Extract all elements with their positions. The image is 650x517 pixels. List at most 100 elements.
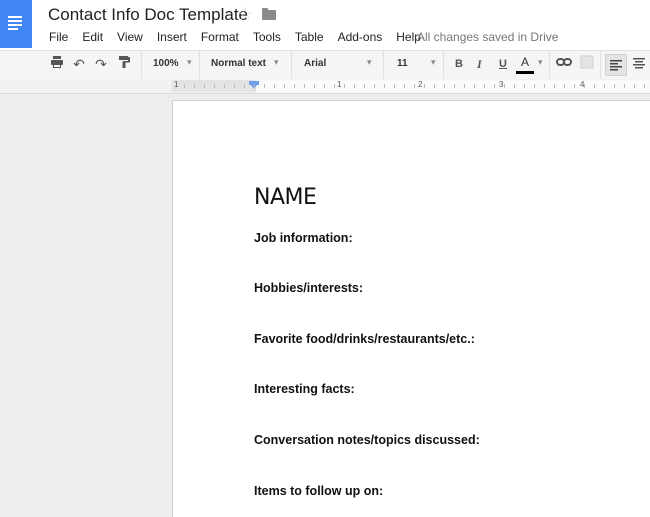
align-center-icon xyxy=(633,58,645,69)
ruler-tick xyxy=(214,84,215,88)
redo-icon[interactable]: ↷ xyxy=(92,55,110,73)
ruler-tick xyxy=(394,84,395,88)
doc-heading[interactable]: NAME xyxy=(254,185,317,210)
doc-field-job[interactable]: Job information: xyxy=(254,231,353,245)
toolbar-divider xyxy=(383,51,384,79)
ruler-tick xyxy=(474,84,475,88)
print-icon[interactable] xyxy=(48,55,66,73)
ruler-tick xyxy=(304,84,305,88)
toolbar: ↶ ↷ 100% ▾ Normal text ▾ Arial ▾ 11 ▾ B … xyxy=(0,51,650,80)
ruler-tick xyxy=(594,84,595,88)
docs-home-button[interactable] xyxy=(0,0,32,48)
ruler-tick xyxy=(504,84,505,88)
text-color-icon: A xyxy=(521,55,530,69)
ruler-tick xyxy=(444,84,445,88)
doc-field-hobbies[interactable]: Hobbies/interests: xyxy=(254,281,363,295)
toolbar-divider xyxy=(600,51,601,79)
chevron-down-icon: ▾ xyxy=(367,57,372,67)
ruler-tick xyxy=(284,84,285,88)
underline-button[interactable]: U xyxy=(499,58,507,70)
ruler[interactable]: 1 1 2 3 4 xyxy=(0,79,650,94)
toolbar-divider xyxy=(291,51,292,79)
zoom-value: 100% xyxy=(153,58,179,69)
app-header: Contact Info Doc Template ☆ File Edit Vi… xyxy=(0,0,650,51)
save-status[interactable]: All changes saved in Drive xyxy=(417,30,558,44)
ruler-tick xyxy=(354,84,355,88)
ruler-tick xyxy=(244,84,245,88)
menu-bar: File Edit View Insert Format Tools Table… xyxy=(49,30,435,46)
ruler-tick xyxy=(374,84,375,88)
ruler-tick xyxy=(204,84,205,88)
ruler-tick xyxy=(434,84,435,88)
doc-field-food[interactable]: Favorite food/drinks/restaurants/etc.: xyxy=(254,332,475,346)
menu-add-ons[interactable]: Add-ons xyxy=(338,30,383,46)
menu-file[interactable]: File xyxy=(49,30,68,46)
ruler-tick xyxy=(544,84,545,88)
ruler-tick xyxy=(604,84,605,88)
ruler-tick xyxy=(384,84,385,88)
ruler-tick xyxy=(554,84,555,88)
menu-edit[interactable]: Edit xyxy=(82,30,103,46)
toolbar-divider xyxy=(199,51,200,79)
toolbar-divider xyxy=(141,51,142,79)
ruler-tick xyxy=(324,84,325,88)
ruler-tick xyxy=(524,84,525,88)
toolbar-divider xyxy=(549,51,550,79)
ruler-label: 1 xyxy=(174,80,179,89)
ruler-tick xyxy=(464,84,465,88)
link-icon[interactable] xyxy=(555,55,573,73)
ruler-tick xyxy=(644,84,645,88)
ruler-tick xyxy=(634,84,635,88)
menu-view[interactable]: View xyxy=(117,30,143,46)
doc-field-follow-up[interactable]: Items to follow up on: xyxy=(254,484,383,498)
menu-table[interactable]: Table xyxy=(295,30,324,46)
toolbar-divider xyxy=(443,51,444,79)
ruler-label: 2 xyxy=(418,80,423,89)
ruler-tick xyxy=(254,84,255,88)
menu-tools[interactable]: Tools xyxy=(253,30,281,46)
doc-field-conversation[interactable]: Conversation notes/topics discussed: xyxy=(254,433,480,447)
chevron-down-icon: ▾ xyxy=(274,57,279,67)
bold-button[interactable]: B xyxy=(455,58,463,70)
ruler-tick xyxy=(424,84,425,88)
comment-icon[interactable] xyxy=(578,55,596,73)
chevron-down-icon: ▾ xyxy=(431,57,436,67)
ruler-tick xyxy=(624,84,625,88)
docs-logo-icon xyxy=(8,16,22,32)
ruler-tick xyxy=(344,84,345,88)
doc-field-facts[interactable]: Interesting facts: xyxy=(254,382,355,396)
undo-icon[interactable]: ↶ xyxy=(70,55,88,73)
text-color-swatch xyxy=(516,71,534,74)
ruler-tick xyxy=(454,84,455,88)
ruler-tick xyxy=(274,84,275,88)
star-icon[interactable]: ☆ xyxy=(237,4,253,25)
ruler-tick xyxy=(534,84,535,88)
document-title[interactable]: Contact Info Doc Template xyxy=(48,5,248,25)
document-page[interactable]: NAME Job information: Hobbies/interests:… xyxy=(172,100,650,517)
style-value: Normal text xyxy=(211,58,267,69)
italic-button[interactable]: I xyxy=(477,57,482,72)
font-size-value: 11 xyxy=(397,58,408,69)
ruler-tick xyxy=(234,84,235,88)
folder-icon[interactable] xyxy=(262,8,276,20)
menu-format[interactable]: Format xyxy=(201,30,239,46)
chevron-down-icon: ▾ xyxy=(187,57,192,67)
chevron-down-icon: ▾ xyxy=(538,57,543,67)
ruler-tick xyxy=(414,84,415,88)
ruler-tick xyxy=(224,84,225,88)
ruler-label: 1 xyxy=(337,80,342,89)
paint-format-icon[interactable] xyxy=(115,55,133,73)
ruler-tick xyxy=(584,84,585,88)
align-left-button[interactable] xyxy=(605,54,627,76)
ruler-tick xyxy=(334,84,335,88)
ruler-tick xyxy=(264,84,265,88)
font-value: Arial xyxy=(304,58,327,69)
ruler-tick xyxy=(494,84,495,88)
ruler-tick xyxy=(484,84,485,88)
ruler-tick xyxy=(314,84,315,88)
ruler-tick xyxy=(564,84,565,88)
align-left-icon xyxy=(610,60,622,71)
align-center-button[interactable] xyxy=(630,55,648,73)
menu-insert[interactable]: Insert xyxy=(157,30,187,46)
ruler-tick xyxy=(404,84,405,88)
